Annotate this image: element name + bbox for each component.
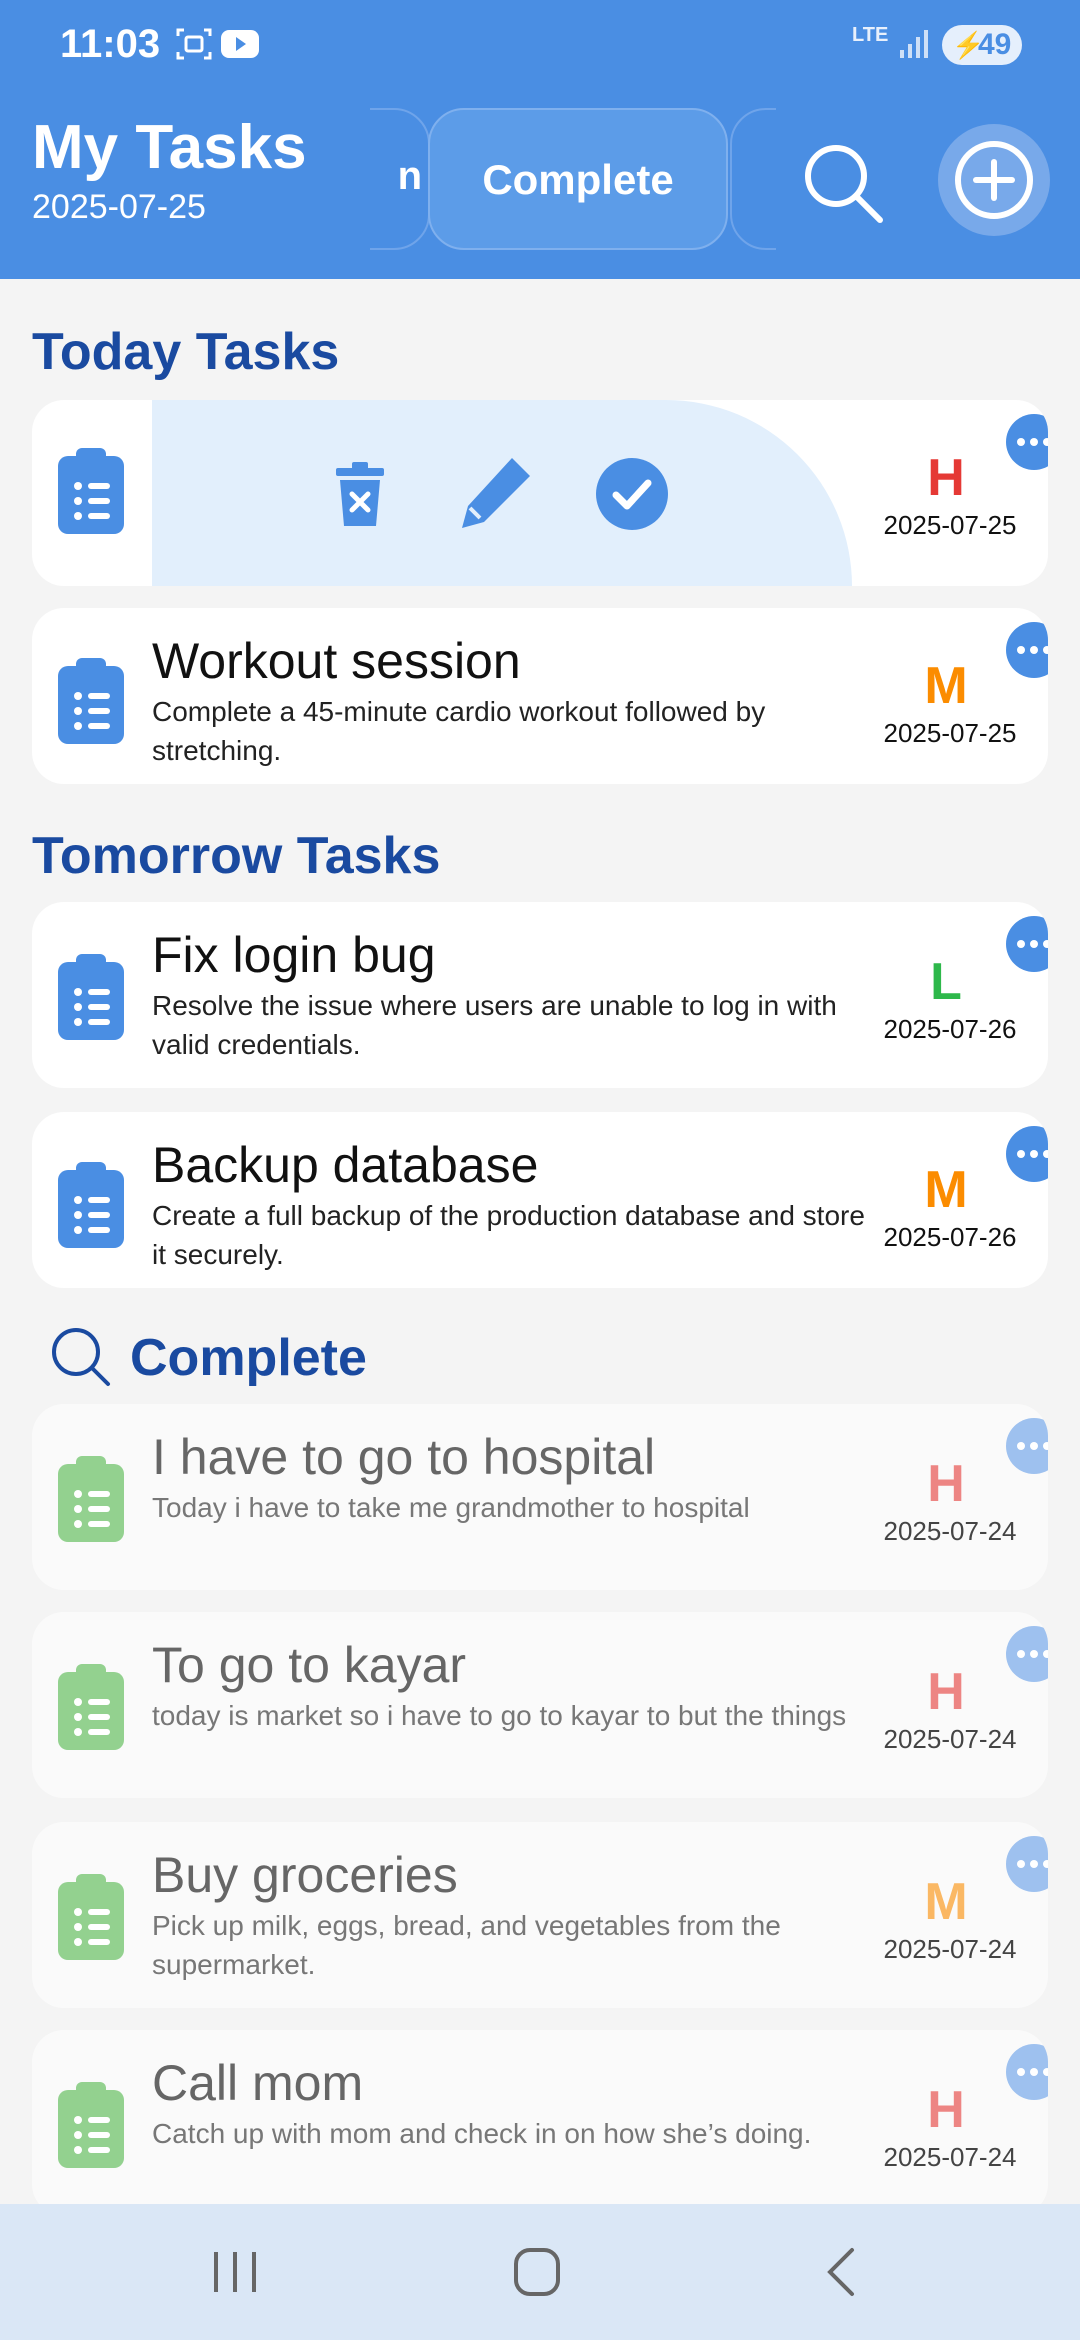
- more-options-button[interactable]: [1006, 414, 1048, 470]
- task-description: Complete a 45-minute cardio workout foll…: [152, 696, 766, 766]
- priority-badge: L: [930, 953, 962, 1011]
- task-date: 2025-07-25: [883, 718, 1017, 748]
- search-icon[interactable]: [800, 140, 884, 224]
- clipboard-list-icon: [56, 1160, 126, 1250]
- recents-icon[interactable]: [210, 2248, 260, 2296]
- task-card[interactable]: Backup database Create a full backup of …: [32, 1112, 1048, 1288]
- clipboard-list-icon: [56, 1872, 126, 1962]
- task-title: I have to go to hospital: [152, 1429, 656, 1485]
- task-title: Buy groceries: [152, 1847, 458, 1903]
- task-card[interactable]: Buy groceries Pick up milk, eggs, bread,…: [32, 1822, 1048, 2008]
- priority-badge: H: [927, 1455, 965, 1513]
- section-title-today: Today Tasks: [32, 323, 340, 381]
- task-description: Resolve the issue where users are unable…: [152, 990, 837, 1060]
- tab-complete[interactable]: Complete: [428, 108, 728, 250]
- status-time: 11:03: [60, 22, 161, 66]
- pencil-icon[interactable]: [452, 452, 536, 536]
- task-title: To go to kayar: [152, 1637, 467, 1693]
- task-description: Create a full backup of the production d…: [152, 1200, 865, 1270]
- task-date: 2025-07-24: [883, 1724, 1017, 1754]
- search-icon: [52, 1328, 110, 1386]
- task-card[interactable]: Workout session Complete a 45-minute car…: [32, 608, 1048, 784]
- plus-circle-icon: [955, 141, 1033, 219]
- more-options-button[interactable]: [1006, 2044, 1048, 2100]
- task-title: Fix login bug: [152, 927, 436, 983]
- more-options-button[interactable]: [1006, 1126, 1048, 1182]
- priority-badge: M: [924, 657, 968, 715]
- app-header: 11:03 LTE ⚡ 49 My Tasks 2025-07-25 n Com…: [0, 0, 1080, 279]
- more-options-button[interactable]: [1006, 1418, 1048, 1474]
- system-navigation-bar: [0, 2204, 1080, 2340]
- more-options-button[interactable]: [1006, 1836, 1048, 1892]
- clipboard-list-icon: [56, 2080, 126, 2170]
- youtube-icon: [221, 30, 259, 58]
- more-options-button[interactable]: [1006, 916, 1048, 972]
- filter-tabs: n Complete: [370, 108, 776, 252]
- task-description: Pick up milk, eggs, bread, and vegetable…: [152, 1910, 781, 1980]
- task-card[interactable]: To go to kayar today is market so i have…: [32, 1612, 1048, 1798]
- tab-next[interactable]: [730, 108, 776, 250]
- task-date: 2025-07-24: [883, 1934, 1017, 1964]
- priority-badge: H: [927, 2081, 965, 2139]
- charging-icon: ⚡: [952, 30, 985, 60]
- add-task-button[interactable]: [938, 124, 1050, 236]
- network-type: LTE: [852, 24, 889, 46]
- more-options-button[interactable]: [1006, 1626, 1048, 1682]
- priority-badge: M: [924, 1873, 968, 1931]
- section-title-tomorrow: Tomorrow Tasks: [32, 827, 441, 885]
- header-date: 2025-07-25: [32, 188, 206, 226]
- back-icon[interactable]: [820, 2244, 860, 2300]
- page-title: My Tasks: [32, 113, 307, 182]
- clipboard-list-icon: [56, 952, 126, 1042]
- task-date: 2025-07-26: [883, 1222, 1017, 1252]
- battery-indicator: ⚡ 49: [942, 25, 1022, 65]
- check-circle-icon[interactable]: [594, 456, 670, 532]
- task-card[interactable]: H 2025-07-25: [32, 400, 1048, 586]
- more-options-button[interactable]: [1006, 622, 1048, 678]
- home-icon[interactable]: [512, 2246, 562, 2298]
- clipboard-list-icon: [56, 1454, 126, 1544]
- task-description: Today i have to take me grandmother to h…: [152, 1492, 750, 1523]
- status-bar: 11:03 LTE ⚡ 49: [0, 0, 1080, 90]
- task-card[interactable]: Call mom Catch up with mom and check in …: [32, 2030, 1048, 2216]
- trash-icon[interactable]: [328, 460, 392, 530]
- clipboard-list-icon: [56, 1662, 126, 1752]
- section-title-complete: Complete: [130, 1329, 367, 1387]
- task-title: Call mom: [152, 2055, 364, 2111]
- task-card[interactable]: I have to go to hospital Today i have to…: [32, 1404, 1048, 1590]
- task-date: 2025-07-26: [883, 1014, 1017, 1044]
- task-title: Backup database: [152, 1137, 539, 1193]
- task-card[interactable]: Fix login bug Resolve the issue where us…: [32, 902, 1048, 1088]
- task-description: today is market so i have to go to kayar…: [152, 1700, 847, 1731]
- priority-badge: M: [924, 1161, 968, 1219]
- clipboard-list-icon: [56, 446, 126, 536]
- signal-icon: [900, 30, 928, 58]
- task-date: 2025-07-25: [883, 510, 1017, 540]
- clipboard-list-icon: [56, 656, 126, 746]
- priority-badge: H: [927, 1663, 965, 1721]
- tab-previous[interactable]: n: [370, 108, 430, 250]
- task-title: Workout session: [152, 633, 521, 689]
- task-date: 2025-07-24: [883, 1516, 1017, 1546]
- task-description: Catch up with mom and check in on how sh…: [152, 2118, 812, 2149]
- task-date: 2025-07-24: [883, 2142, 1017, 2172]
- screenshot-icon: [176, 28, 212, 60]
- priority-badge: H: [927, 449, 965, 507]
